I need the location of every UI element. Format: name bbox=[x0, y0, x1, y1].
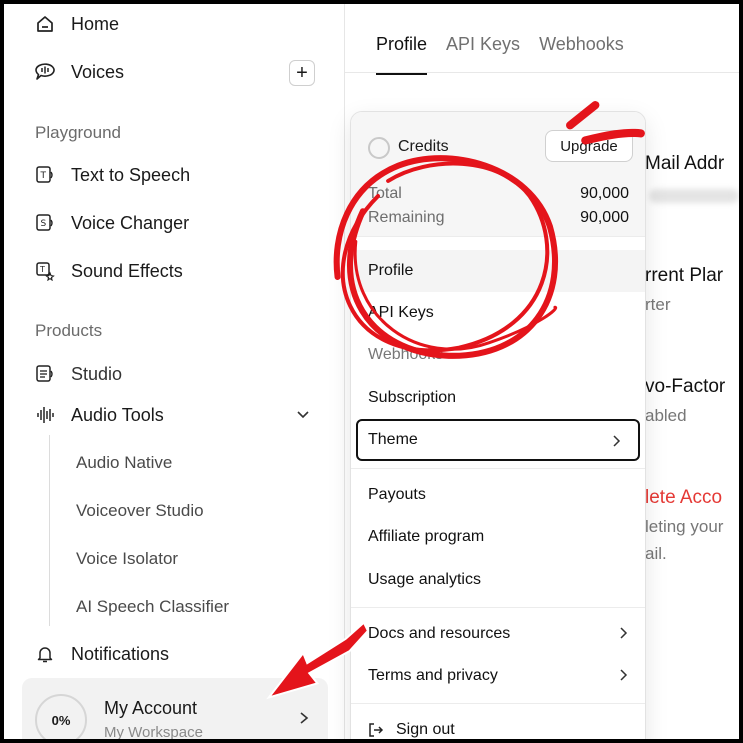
total-value: 90,000 bbox=[580, 185, 629, 202]
voices-icon bbox=[34, 61, 56, 83]
account-menu: Credits Upgrade Total 90,000 Remaining 9… bbox=[350, 111, 646, 739]
menu-item-payouts[interactable]: Payouts bbox=[351, 474, 645, 516]
menu-item-affiliate-program[interactable]: Affiliate program bbox=[351, 516, 645, 558]
sidebar-item-voice-changer[interactable]: S Voice Changer bbox=[34, 212, 189, 234]
sidebar-item-notifications[interactable]: Notifications bbox=[34, 643, 169, 665]
text-to-speech-icon: T bbox=[34, 164, 56, 186]
menu-divider bbox=[351, 468, 645, 469]
svg-text:T: T bbox=[40, 171, 47, 181]
menu-item-label: Docs and resources bbox=[368, 625, 511, 642]
menu-item-label: Theme bbox=[368, 431, 418, 448]
add-voice-button[interactable]: + bbox=[289, 60, 315, 86]
sidebar-item-audio-tools[interactable]: Audio Tools bbox=[34, 404, 164, 426]
workspace-name: My Workspace bbox=[104, 724, 203, 739]
plan-heading: rrent Plar bbox=[645, 265, 724, 286]
sign-out-icon bbox=[368, 723, 384, 737]
menu-item-label: Terms and privacy bbox=[368, 667, 498, 684]
delete-description-2: ail. bbox=[645, 544, 667, 563]
sidebar-subitem-voice-isolator[interactable]: Voice Isolator bbox=[76, 549, 178, 569]
section-products: Products bbox=[35, 321, 103, 340]
sidebar-item-label: Voice Changer bbox=[71, 212, 190, 233]
credits-remaining-row: Remaining 90,000 bbox=[368, 209, 629, 227]
credits-label: Credits bbox=[398, 138, 449, 155]
sidebar-subitem-voiceover-studio[interactable]: Voiceover Studio bbox=[76, 501, 204, 521]
total-label: Total bbox=[368, 185, 402, 202]
sidebar-item-text-to-speech[interactable]: T Text to Speech bbox=[34, 164, 190, 186]
sidebar-item-label: Home bbox=[71, 13, 120, 34]
tree-line bbox=[49, 435, 50, 626]
sound-effects-icon: T bbox=[34, 260, 56, 282]
sidebar-item-label: Text to Speech bbox=[71, 164, 191, 185]
credits-panel: Credits Upgrade Total 90,000 Remaining 9… bbox=[351, 112, 645, 236]
chevron-right-icon bbox=[612, 434, 622, 452]
sidebar-item-label: Voices bbox=[71, 61, 125, 82]
upgrade-button[interactable]: Upgrade bbox=[545, 130, 633, 162]
svg-text:S: S bbox=[41, 219, 47, 229]
menu-item-profile[interactable]: Profile bbox=[351, 250, 645, 292]
chevron-down-icon[interactable] bbox=[296, 408, 310, 427]
waveform-icon bbox=[34, 404, 56, 426]
usage-ring: 0% bbox=[35, 694, 87, 739]
tab-webhooks[interactable]: Webhooks bbox=[539, 34, 624, 55]
plan-value: rter bbox=[645, 295, 671, 314]
sidebar: Home Voices + Playground T Text to Speec… bbox=[4, 4, 345, 739]
sidebar-subitem-ai-speech-classifier[interactable]: AI Speech Classifier bbox=[76, 597, 229, 617]
email-value-blurred bbox=[649, 189, 739, 203]
menu-item-webhooks[interactable]: Webhooks bbox=[351, 334, 645, 376]
tab-api-keys[interactable]: API Keys bbox=[446, 34, 520, 55]
menu-divider bbox=[351, 703, 645, 704]
sidebar-item-sound-effects[interactable]: T Sound Effects bbox=[34, 260, 183, 282]
bell-icon bbox=[34, 643, 56, 665]
menu-divider bbox=[351, 607, 645, 608]
section-playground: Playground bbox=[35, 123, 122, 142]
menu-item-usage-analytics[interactable]: Usage analytics bbox=[351, 559, 645, 601]
svg-text:T: T bbox=[39, 265, 45, 274]
sidebar-item-label: Sound Effects bbox=[71, 260, 183, 281]
chevron-right-icon bbox=[298, 711, 310, 730]
remaining-label: Remaining bbox=[368, 209, 445, 226]
menu-item-api-keys[interactable]: API Keys bbox=[351, 292, 645, 334]
app-window: Home Voices + Playground T Text to Speec… bbox=[4, 4, 739, 739]
voice-changer-icon: S bbox=[34, 212, 56, 234]
menu-item-terms-and-privacy[interactable]: Terms and privacy bbox=[351, 655, 645, 697]
menu-item-subscription[interactable]: Subscription bbox=[351, 377, 645, 419]
delete-account-heading: lete Acco bbox=[645, 487, 723, 508]
menu-divider bbox=[351, 236, 645, 237]
home-icon bbox=[34, 13, 56, 35]
email-heading: Mail Addr bbox=[645, 153, 725, 174]
delete-description: leting your bbox=[645, 517, 724, 536]
account-title: My Account bbox=[104, 698, 198, 718]
tabs-divider bbox=[345, 72, 739, 73]
my-account-button[interactable]: 0% My Account My Workspace bbox=[22, 678, 328, 739]
twofactor-heading: vo-Factor bbox=[645, 376, 726, 397]
tab-profile[interactable]: Profile bbox=[376, 34, 428, 75]
chevron-right-icon bbox=[619, 626, 629, 644]
remaining-value: 90,000 bbox=[580, 209, 629, 226]
settings-tabs: Profile API Keys Webhooks bbox=[376, 34, 624, 75]
sidebar-subitem-audio-native[interactable]: Audio Native bbox=[76, 453, 172, 473]
menu-item-sign-out[interactable]: Sign out bbox=[351, 709, 645, 739]
sidebar-item-label: Notifications bbox=[71, 643, 170, 664]
twofactor-value: abled bbox=[645, 406, 687, 425]
menu-item-label: Sign out bbox=[396, 721, 455, 738]
sidebar-item-label: Studio bbox=[71, 363, 123, 384]
sidebar-item-voices[interactable]: Voices bbox=[34, 61, 124, 83]
menu-item-theme[interactable]: Theme bbox=[356, 419, 640, 461]
chevron-right-icon bbox=[619, 668, 629, 686]
credits-total-row: Total 90,000 bbox=[368, 185, 629, 203]
studio-icon bbox=[34, 363, 56, 385]
credits-icon bbox=[368, 137, 390, 159]
sidebar-item-studio[interactable]: Studio bbox=[34, 363, 122, 385]
menu-item-docs-and-resources[interactable]: Docs and resources bbox=[351, 613, 645, 655]
sidebar-item-label: Audio Tools bbox=[71, 404, 164, 425]
sidebar-item-home[interactable]: Home bbox=[34, 13, 119, 35]
